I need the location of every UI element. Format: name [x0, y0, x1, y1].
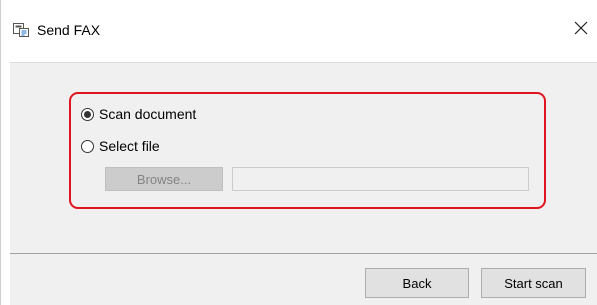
close-icon: [574, 21, 588, 40]
file-path-field[interactable]: [232, 167, 529, 191]
browse-button[interactable]: Browse...: [105, 167, 223, 191]
send-fax-dialog: Send FAX Scan document Select file Brows…: [0, 0, 597, 305]
select-file-label: Select file: [99, 138, 160, 154]
dialog-content: Scan document Select file Browse...: [10, 62, 597, 253]
close-button[interactable]: [567, 16, 595, 44]
start-scan-button[interactable]: Start scan: [481, 268, 586, 298]
select-file-radio[interactable]: [81, 139, 94, 153]
scan-document-radio[interactable]: [81, 107, 94, 121]
fax-icon: [12, 21, 30, 39]
window-title: Send FAX: [37, 22, 101, 38]
dialog-footer: Back Start scan: [10, 253, 597, 305]
title-bar[interactable]: Send FAX: [1, 0, 597, 62]
select-file-option[interactable]: Select file: [81, 138, 160, 154]
scan-document-label: Scan document: [99, 106, 197, 122]
scan-document-option[interactable]: Scan document: [81, 106, 196, 122]
back-button[interactable]: Back: [365, 268, 469, 298]
